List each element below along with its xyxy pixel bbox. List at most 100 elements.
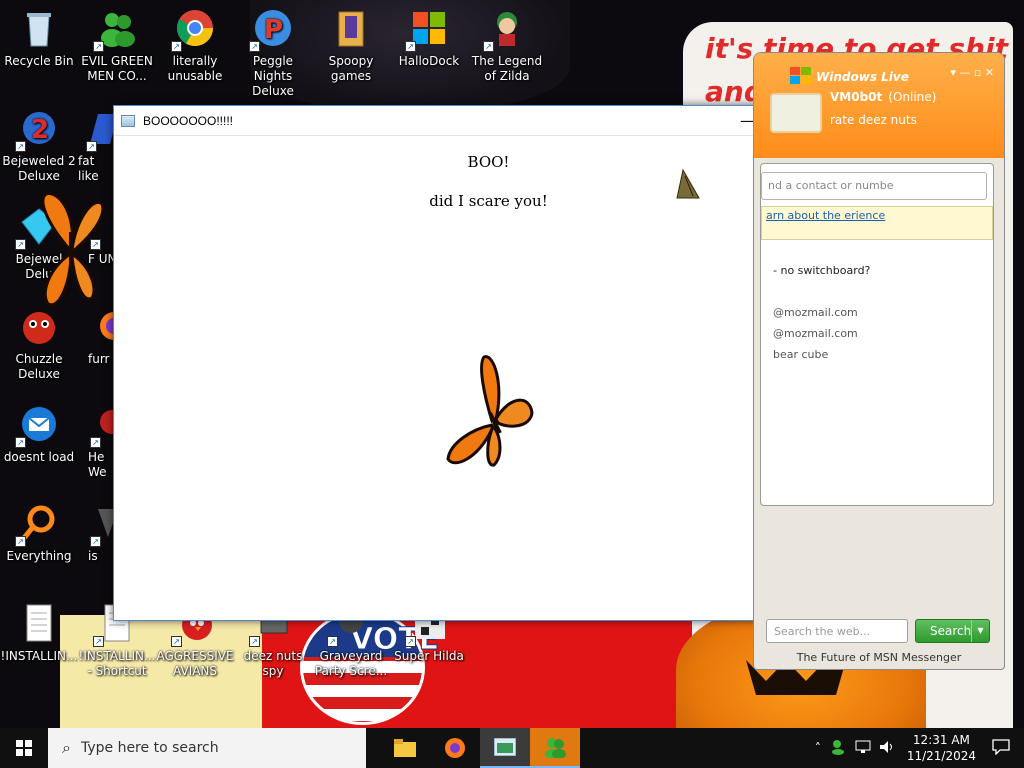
desktop-icon-spoopy-games[interactable]: Spoopy games [312, 8, 390, 84]
system-tray: ˄ 12:31 AM 11/21/2024 [815, 728, 1024, 768]
desktop-icon-label: fat like [78, 154, 99, 183]
desktop-icon-label: !INSTALLIN... - Shortcut [78, 649, 156, 678]
msn-footer: The Future of MSN Messenger [796, 651, 962, 664]
desktop-icon-label: !INSTALLIN... [0, 649, 78, 663]
desktop-icon-hallodock[interactable]: ↗ HalloDock [390, 8, 468, 69]
shortcut-arrow-icon: ↗ [327, 636, 338, 647]
taskbar-search-placeholder: Type here to search [80, 740, 219, 756]
contact-item[interactable]: @mozmail.com [773, 327, 858, 340]
boo-heading: BOO! [467, 153, 510, 171]
msn-contact-panel: nd a contact or numbe arn about the erie… [760, 163, 994, 506]
bejeweled-2-icon: 2 ↗ [15, 108, 59, 152]
contact-item[interactable]: bear cube [773, 348, 828, 361]
scare-message: did I scare you! [429, 192, 548, 210]
desktop-icon-recycle-bin[interactable]: Recycle Bin [0, 8, 78, 69]
msn-status: (Online) [888, 90, 937, 104]
desktop-icon-label: HalloDock [398, 54, 460, 68]
shortcut-arrow-icon: ↗ [483, 41, 494, 52]
shortcut-arrow-icon: ↗ [90, 536, 101, 547]
contact-item[interactable]: @mozmail.com [773, 306, 858, 319]
messenger-people-icon [545, 738, 566, 758]
window-app-icon [494, 738, 516, 756]
desktop-icon-label: EVIL GREEN MEN CO... [81, 54, 153, 83]
shortcut-arrow-icon: ↗ [405, 41, 416, 52]
desktop-icon-chrome[interactable]: ↗ literally unusable [156, 8, 234, 84]
taskbar-file-explorer[interactable] [380, 728, 430, 768]
avatar[interactable] [770, 93, 822, 133]
shortcut-arrow-icon: ↗ [90, 437, 101, 448]
desktop-icon-chuzzle[interactable]: Chuzzle Deluxe [0, 306, 78, 382]
shortcut-arrow-icon: ↗ [249, 41, 260, 52]
start-button[interactable] [0, 728, 48, 768]
shortcut-arrow-icon: ↗ [171, 636, 182, 647]
desktop-icon-everything[interactable]: ↗ Everything [0, 503, 78, 564]
web-search-input[interactable]: Search the web... [766, 619, 908, 643]
network-icon[interactable] [855, 740, 871, 757]
desktop-icon-label: literally unusable [167, 54, 223, 83]
search-icon: ⌕ [62, 738, 71, 757]
notifications-icon[interactable] [992, 738, 1010, 758]
desktop-icon-label: Graveyard Party Scre... [314, 649, 388, 678]
taskbar-search-box[interactable]: ⌕ Type here to search [48, 728, 366, 768]
peggle-icon: P ↗ [249, 8, 293, 52]
contact-item[interactable]: - no switchboard? [773, 264, 870, 277]
msn-messenger-window[interactable]: Windows Live ▾ — ▫ ✕ VM0b0t (Online) rate… [753, 52, 1005, 670]
desktop-icon-evil-green-men[interactable]: ↗ EVIL GREEN MEN CO... [78, 8, 156, 84]
shortcut-arrow-icon: ↗ [93, 636, 104, 647]
desktop-icon-label: The Legend of Zilda [471, 54, 543, 83]
taskbar-firefox[interactable] [430, 728, 480, 768]
msn-user[interactable]: VM0b0t (Online) [830, 90, 936, 104]
everything-search-icon: ↗ [15, 503, 59, 547]
butterfly-image [36, 192, 106, 310]
msn-username: VM0b0t [830, 90, 883, 104]
firefox-icon [445, 738, 465, 758]
desktop-icon-doesnt-load[interactable]: ↗ doesnt load [0, 404, 78, 465]
msn-personal-message[interactable]: rate deez nuts [830, 113, 917, 127]
contact-search-input[interactable]: nd a contact or numbe [761, 172, 987, 200]
chevron-up-icon[interactable]: ˄ [815, 741, 821, 755]
msn-info-link[interactable]: arn about the erience [761, 206, 993, 240]
desktop-icon-installing[interactable]: !INSTALLIN... [0, 603, 78, 664]
desktop-icon-label: doesnt load [3, 450, 75, 464]
shortcut-arrow-icon: ↗ [15, 239, 26, 250]
volume-icon[interactable] [879, 740, 895, 757]
desktop-icon-peggle[interactable]: P ↗ Peggle Nights Deluxe [234, 8, 312, 99]
shortcut-arrow-icon: ↗ [93, 41, 104, 52]
desktop-icon-fat-like[interactable]: ↗ fat like [78, 108, 118, 184]
thunderbird-icon: ↗ [15, 404, 59, 448]
moth-image [675, 168, 701, 202]
desktop-icon-bejeweled-2[interactable]: 2 ↗ Bejeweled 2 Deluxe [0, 108, 78, 184]
folder-icon [331, 8, 371, 48]
desktop-icon-label: Bejeweled 2 Deluxe [2, 154, 76, 183]
messenger-tray-icon[interactable] [831, 739, 847, 758]
msn-window-controls[interactable]: ▾ — ▫ ✕ [950, 66, 994, 79]
recycle-bin-icon [19, 8, 59, 48]
clock[interactable]: 12:31 AM 11/21/2024 [907, 732, 976, 764]
desktop-icon-legend-of-zilda[interactable]: ↗ The Legend of Zilda [468, 8, 546, 84]
text-file-icon [19, 603, 59, 643]
window-content: BOO! did I scare you! ˄ ˅ [114, 137, 863, 620]
windows-flag-icon: ↗ [405, 8, 449, 52]
window-titlebar[interactable]: BOOOOOOO!!!!! — [114, 106, 863, 136]
clock-date: 11/21/2024 [906, 749, 976, 763]
desktop-icon-label: Everything [6, 549, 72, 563]
zilda-character-icon: ↗ [483, 8, 527, 52]
desktop-icon-label: Super Hilda [394, 649, 464, 663]
desktop-icon-label: AGGRESSIVE AVIANS [156, 649, 234, 678]
taskbar-popup-window[interactable] [480, 728, 530, 768]
popup-window[interactable]: BOOOOOOO!!!!! — BOO! did I scare you! ˄ … [113, 105, 864, 621]
svg-text:P: P [264, 15, 283, 45]
taskbar-msn-messenger[interactable] [530, 728, 580, 768]
msn-brand: Windows Live [816, 70, 909, 84]
windows-logo-icon [790, 67, 811, 84]
desktop-icon-label: Chuzzle Deluxe [15, 352, 63, 381]
shortcut-arrow-icon: ↗ [15, 141, 26, 152]
shortcut-arrow-icon: ↗ [86, 141, 97, 152]
shortcut-arrow-icon: ↗ [405, 636, 416, 647]
shortcut-arrow-icon: ↗ [249, 636, 260, 647]
chevron-down-icon[interactable]: ▼ [971, 620, 989, 642]
desktop-icon-label: Recycle Bin [4, 54, 74, 68]
web-search-button[interactable]: Search ▼ [915, 619, 990, 643]
svg-text:2: 2 [31, 115, 49, 145]
messenger-people-icon: ↗ [93, 8, 137, 52]
